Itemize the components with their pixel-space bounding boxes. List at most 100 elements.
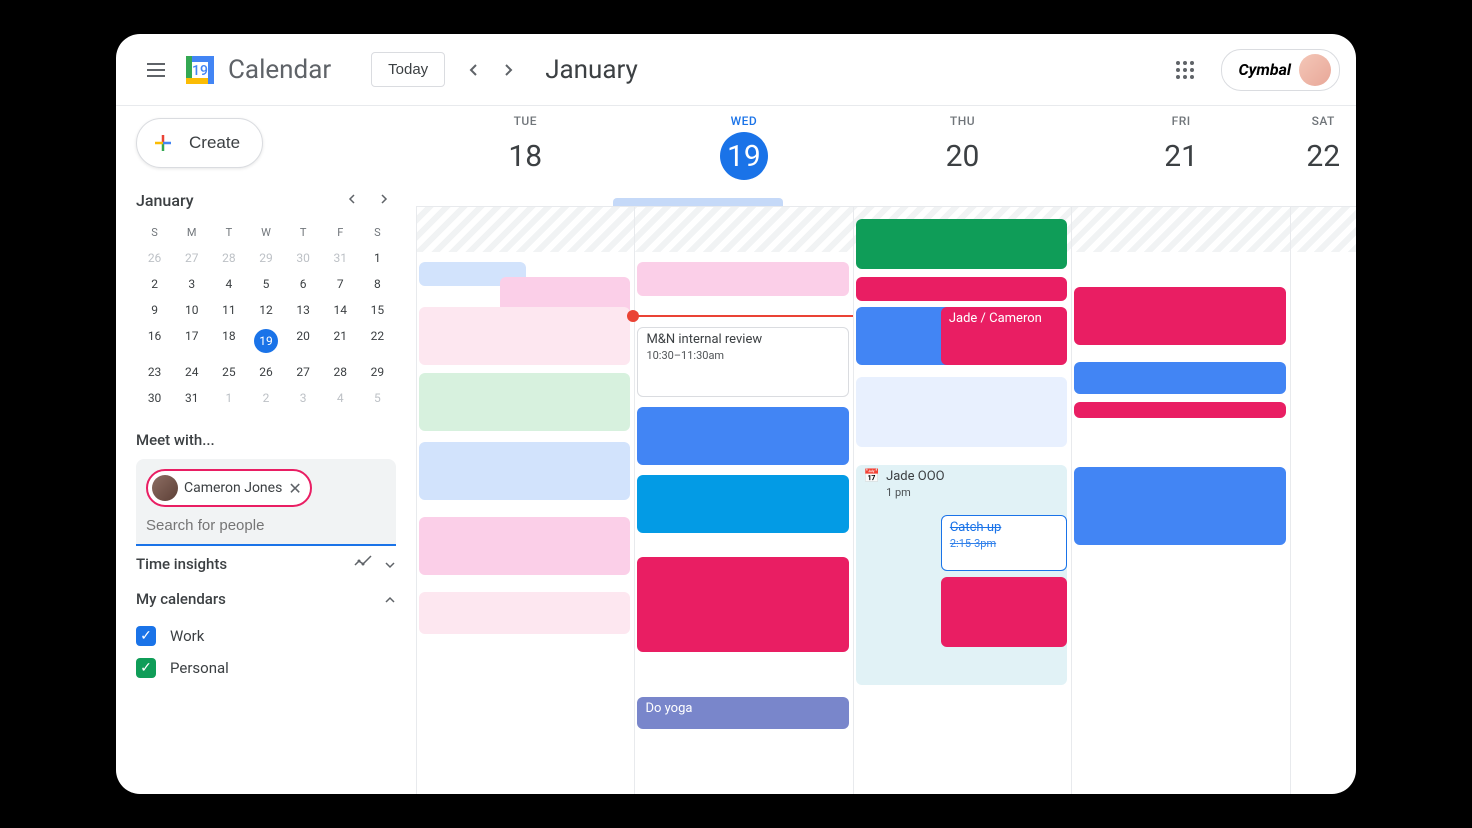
day-column-fri[interactable] xyxy=(1071,207,1289,794)
event-block[interactable] xyxy=(419,442,630,500)
mini-cal-day[interactable]: 31 xyxy=(322,245,359,271)
event-block[interactable] xyxy=(419,373,630,431)
mini-cal-day[interactable]: 14 xyxy=(322,297,359,323)
mini-cal-day[interactable]: 1 xyxy=(359,245,396,271)
event-block[interactable] xyxy=(419,517,630,575)
mini-cal-day[interactable]: 26 xyxy=(136,245,173,271)
event-block[interactable] xyxy=(1074,287,1285,345)
mini-cal-day[interactable]: 8 xyxy=(359,271,396,297)
mini-cal-day[interactable]: 21 xyxy=(322,323,359,359)
event-block[interactable] xyxy=(637,557,848,652)
mini-cal-day[interactable]: 30 xyxy=(285,245,322,271)
event-jade-ooo[interactable]: 📅 Jade OOO 1 pm xyxy=(856,465,1067,685)
mini-cal-day[interactable]: 5 xyxy=(359,385,396,411)
mini-cal-day[interactable]: 24 xyxy=(173,359,210,385)
mini-cal-day[interactable]: 2 xyxy=(247,385,284,411)
event-block[interactable] xyxy=(856,277,1067,301)
google-apps-icon[interactable] xyxy=(1165,50,1205,90)
time-insights-row[interactable]: Time insights xyxy=(136,546,396,581)
mini-calendar-grid[interactable]: SMTWTFS262728293031123456789101112131415… xyxy=(136,220,396,411)
mini-cal-day[interactable]: 5 xyxy=(247,271,284,297)
mini-cal-day[interactable]: 4 xyxy=(322,385,359,411)
prev-period-button[interactable] xyxy=(457,54,489,86)
mini-cal-day[interactable]: 7 xyxy=(322,271,359,297)
mini-cal-day[interactable]: 13 xyxy=(285,297,322,323)
mini-cal-day[interactable]: 4 xyxy=(210,271,247,297)
day-number: 20 xyxy=(939,132,987,180)
day-column-thu[interactable]: Jade / Cameron 📅 Jade OOO 1 pm xyxy=(853,207,1071,794)
event-block[interactable] xyxy=(637,475,848,533)
mini-cal-day[interactable]: 28 xyxy=(322,359,359,385)
day-header[interactable]: WED19 xyxy=(635,106,854,206)
mini-cal-day[interactable]: 16 xyxy=(136,323,173,359)
create-button[interactable]: Create xyxy=(136,118,263,168)
event-block[interactable] xyxy=(419,592,630,634)
day-header[interactable]: FRI21 xyxy=(1072,106,1291,206)
event-block[interactable] xyxy=(856,219,1067,269)
event-internal-review[interactable]: M&N internal review 10:30–11:30am xyxy=(637,327,848,397)
event-block[interactable] xyxy=(1074,467,1285,545)
mini-cal-day[interactable]: 11 xyxy=(210,297,247,323)
account-badge[interactable]: Cymbal xyxy=(1221,49,1340,91)
event-block[interactable] xyxy=(637,407,848,465)
mini-cal-day[interactable]: 17 xyxy=(173,323,210,359)
mini-cal-day[interactable]: 3 xyxy=(285,385,322,411)
person-chip[interactable]: Cameron Jones ✕ xyxy=(146,469,312,507)
day-column-tue[interactable] xyxy=(416,207,634,794)
mini-cal-day[interactable]: 12 xyxy=(247,297,284,323)
event-block[interactable] xyxy=(856,377,1067,447)
mini-cal-day[interactable]: 10 xyxy=(173,297,210,323)
mini-cal-day[interactable]: 22 xyxy=(359,323,396,359)
calendar-main: TUE18WED19THU20FRI21SAT22 xyxy=(416,106,1356,794)
user-avatar-icon xyxy=(1299,54,1331,86)
mini-cal-day[interactable]: 2 xyxy=(136,271,173,297)
checkbox-checked-icon[interactable]: ✓ xyxy=(136,658,156,678)
mini-cal-day[interactable]: 26 xyxy=(247,359,284,385)
event-jade-cameron[interactable]: Jade / Cameron xyxy=(941,307,1067,365)
mini-cal-day[interactable]: 23 xyxy=(136,359,173,385)
day-number: 18 xyxy=(501,132,549,180)
chip-remove-icon[interactable]: ✕ xyxy=(288,479,301,498)
calendar-item-personal[interactable]: ✓ Personal xyxy=(136,652,396,684)
mini-cal-day[interactable]: 27 xyxy=(285,359,322,385)
mini-cal-day[interactable]: 15 xyxy=(359,297,396,323)
mini-cal-day[interactable]: 28 xyxy=(210,245,247,271)
next-period-button[interactable] xyxy=(493,54,525,86)
mini-cal-day[interactable]: 19 xyxy=(247,323,284,359)
mini-cal-day[interactable]: 18 xyxy=(210,323,247,359)
mini-cal-day[interactable]: 30 xyxy=(136,385,173,411)
event-catch-up[interactable]: Catch up 2:15-3pm xyxy=(941,515,1067,571)
day-header[interactable]: THU20 xyxy=(853,106,1072,206)
chip-avatar-icon xyxy=(152,475,178,501)
mini-cal-day[interactable]: 6 xyxy=(285,271,322,297)
event-do-yoga[interactable]: Do yoga xyxy=(637,697,848,729)
mini-cal-next-button[interactable] xyxy=(372,188,396,212)
chevron-up-icon xyxy=(384,589,396,608)
mini-cal-day[interactable]: 1 xyxy=(210,385,247,411)
event-block[interactable] xyxy=(419,307,630,365)
calendar-name: Work xyxy=(170,627,204,645)
mini-cal-day[interactable]: 27 xyxy=(173,245,210,271)
mini-cal-day[interactable]: 29 xyxy=(247,245,284,271)
calendar-item-work[interactable]: ✓ Work xyxy=(136,620,396,652)
my-calendars-row[interactable]: My calendars xyxy=(136,581,396,616)
day-column-wed[interactable]: M&N internal review 10:30–11:30am Do yog… xyxy=(634,207,852,794)
checkbox-checked-icon[interactable]: ✓ xyxy=(136,626,156,646)
mini-cal-day[interactable]: 3 xyxy=(173,271,210,297)
event-block[interactable] xyxy=(1074,362,1285,394)
mini-cal-day[interactable]: 31 xyxy=(173,385,210,411)
mini-cal-day[interactable]: 25 xyxy=(210,359,247,385)
day-column-sat[interactable] xyxy=(1290,207,1356,794)
day-header[interactable]: SAT22 xyxy=(1290,106,1356,206)
event-block[interactable] xyxy=(637,262,848,296)
mini-cal-day[interactable]: 29 xyxy=(359,359,396,385)
mini-cal-day[interactable]: 9 xyxy=(136,297,173,323)
mini-cal-day[interactable]: 20 xyxy=(285,323,322,359)
event-block[interactable] xyxy=(1074,402,1285,418)
mini-cal-prev-button[interactable] xyxy=(340,188,364,212)
main-menu-icon[interactable] xyxy=(132,46,180,94)
today-button[interactable]: Today xyxy=(371,52,445,87)
search-people-input[interactable] xyxy=(146,507,386,534)
day-header[interactable]: TUE18 xyxy=(416,106,635,206)
event-block[interactable] xyxy=(941,577,1067,647)
